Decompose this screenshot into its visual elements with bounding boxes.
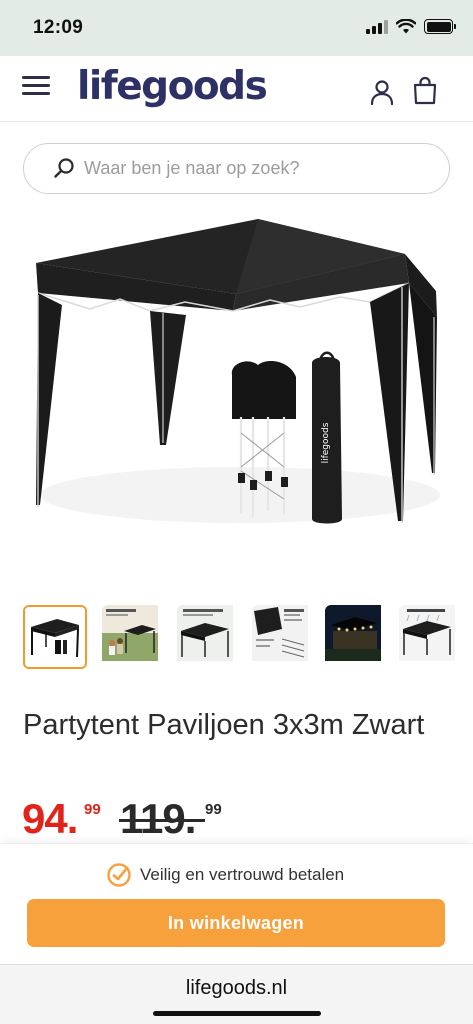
browser-address-bar: lifegoods.nl <box>0 964 473 1024</box>
site-header: lifegoods <box>0 56 473 122</box>
status-icons <box>366 19 456 34</box>
thumbnail-tent-features[interactable] <box>102 605 166 669</box>
status-time: 12:09 <box>33 17 84 38</box>
thumbnail-tent-night[interactable] <box>325 605 389 669</box>
home-indicator[interactable] <box>153 1011 321 1016</box>
search-input[interactable] <box>84 144 434 192</box>
thumbnail-tent-contents[interactable] <box>252 605 316 669</box>
site-logo[interactable]: lifegoods <box>77 64 268 109</box>
checkmark-badge-icon <box>107 863 131 887</box>
battery-icon <box>424 19 456 34</box>
product-main-image[interactable]: lifegoods <box>0 205 473 590</box>
old-price-strikethrough <box>119 819 205 822</box>
shopping-bag-icon[interactable] <box>411 76 439 106</box>
thumbnail-tent-height-adjustable[interactable] <box>177 605 241 669</box>
address-url[interactable]: lifegoods.nl <box>0 977 473 1000</box>
thumbnail-tent-front[interactable] <box>23 605 87 669</box>
add-to-cart-button[interactable]: In winkelwagen <box>27 899 445 947</box>
status-bar: 12:09 <box>0 0 473 56</box>
wifi-icon <box>396 19 416 34</box>
old-price-cents: 99 <box>205 801 222 818</box>
secure-payment-note: Veilig en vertrouwd betalen <box>106 862 344 888</box>
svg-text:lifegoods: lifegoods <box>321 422 331 463</box>
product-thumbnails <box>23 605 463 671</box>
current-price-cents: 99 <box>84 801 101 818</box>
hamburger-menu-icon[interactable] <box>22 76 50 96</box>
sticky-cart-bar: Veilig en vertrouwd betalen In winkelwag… <box>0 843 473 964</box>
current-price: 94. <box>22 795 78 842</box>
search-bar[interactable] <box>23 143 450 194</box>
secure-payment-text: Veilig en vertrouwd betalen <box>140 865 345 884</box>
product-title: Partytent Paviljoen 3x3m Zwart <box>23 709 425 741</box>
cellular-signal-icon <box>366 19 388 34</box>
search-icon <box>54 158 74 178</box>
thumbnail-tent-weatherproof[interactable] <box>399 605 463 669</box>
user-icon[interactable] <box>369 78 395 106</box>
